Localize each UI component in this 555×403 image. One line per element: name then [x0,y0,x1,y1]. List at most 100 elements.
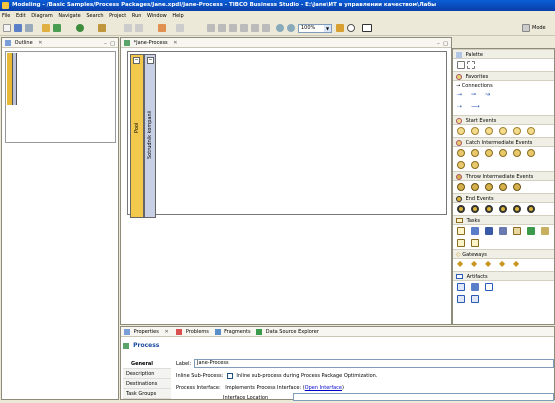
back-icon[interactable] [158,24,166,32]
label-input[interactable]: Jane-Process [194,359,554,368]
inline-subprocess-checkbox[interactable] [226,372,233,379]
side-tab-general[interactable]: General [123,359,171,369]
marquee-tool-icon[interactable] [467,61,475,69]
align-top-icon[interactable] [240,24,248,32]
start-timer-icon[interactable] [485,127,493,135]
throw-signal-icon[interactable] [513,183,521,191]
menu-run[interactable]: Run [132,13,142,19]
catch-compensation-icon[interactable] [527,149,535,157]
gateway-event-icon[interactable]: ◆ [485,259,491,268]
sequence-flow-icon[interactable]: → [457,91,462,98]
gateway-exclusive-icon[interactable]: ◆ [457,259,463,268]
task-none-icon[interactable] [457,227,465,235]
embedded-subprocess-icon[interactable] [471,239,479,247]
chevron-down-icon[interactable]: ▼ [324,25,331,32]
default-flow-icon[interactable]: ⟶ [471,103,480,110]
deploy-icon[interactable] [98,24,106,32]
zoom-out-icon[interactable] [287,24,295,32]
note-icon[interactable] [457,295,465,303]
catch-cancel-icon[interactable] [513,149,521,157]
undo-icon[interactable] [124,24,132,32]
end-cancel-icon[interactable] [499,205,507,213]
open-interface-link[interactable]: Open Interface [305,385,342,391]
association-icon[interactable]: ↝ [485,91,490,98]
message-flow-icon[interactable]: ⊸ [471,91,476,98]
align-center-icon[interactable] [218,24,226,32]
menu-navigate[interactable]: Navigate [58,13,80,19]
throw-events-section[interactable]: Throw Intermediate Events [453,171,554,181]
lane[interactable]: − Sotrudnik kompanii [144,54,156,218]
catch-rule-icon[interactable] [457,161,465,169]
align-left-icon[interactable] [207,24,215,32]
subprocess-icon[interactable] [457,239,465,247]
catch-link-icon[interactable] [471,161,479,169]
throw-link-icon[interactable] [485,183,493,191]
diagram-canvas[interactable]: − Pool − Sotrudnik kompanii [127,51,447,218]
end-error-icon[interactable] [485,205,493,213]
conditional-flow-icon[interactable]: ⇢ [457,103,462,110]
throw-none-icon[interactable] [457,183,465,191]
favorites-section[interactable]: Favorites [453,71,554,81]
tab-data-source-explorer[interactable]: Data Source Explorer [256,328,319,335]
connections-section[interactable]: → Connections [453,81,554,91]
redo-icon[interactable] [135,24,143,32]
menu-search[interactable]: Search [86,13,103,19]
end-none-icon[interactable] [457,205,465,213]
start-events-section[interactable]: Start Events [453,115,554,125]
end-message-icon[interactable] [471,205,479,213]
side-tab-description[interactable]: Description [123,369,171,379]
outline-preview[interactable] [5,51,116,143]
circle-tool-icon[interactable] [347,24,355,32]
menu-edit[interactable]: Edit [16,13,26,19]
gateway-inclusive-icon[interactable]: ◆ [499,259,505,268]
align-bottom-icon[interactable] [262,24,270,32]
tab-problems[interactable]: Problems [176,328,210,335]
catch-timer-icon[interactable] [485,149,493,157]
minimize-maximize-icons[interactable]: – □ [437,39,449,49]
start-message-icon[interactable] [471,127,479,135]
menu-file[interactable]: File [2,13,10,19]
menu-window[interactable]: Window [147,13,167,19]
side-tab-destinations[interactable]: Destinations [123,379,171,389]
tasks-section[interactable]: Tasks [453,215,554,225]
group-icon[interactable] [485,283,493,291]
zoom-in-icon[interactable] [276,24,284,32]
data-store-icon[interactable] [471,295,479,303]
start-multiple-icon[interactable] [527,127,535,135]
zoom-select[interactable]: 100% ▼ [298,24,332,33]
start-link-icon[interactable] [513,127,521,135]
align-right-icon[interactable] [229,24,237,32]
tab-properties[interactable]: Properties ✕ [124,328,170,335]
collapse-pool-button[interactable]: − [133,57,140,64]
tool-icon[interactable] [336,24,344,32]
perspective-icon[interactable] [522,24,530,32]
close-icon[interactable]: ✕ [173,40,177,46]
throw-message-icon[interactable] [471,183,479,191]
task-user-icon[interactable] [471,227,479,235]
catch-message-icon[interactable] [471,149,479,157]
run-icon[interactable] [53,24,61,32]
print-icon[interactable] [25,24,33,32]
tab-fragments[interactable]: Fragments [214,328,253,335]
minimize-maximize-icons[interactable]: – □ [104,39,116,49]
menu-diagram[interactable]: Diagram [31,13,52,19]
menu-project[interactable]: Project [109,13,126,19]
new-icon[interactable] [3,24,11,32]
end-events-section[interactable]: End Events [453,193,554,203]
align-middle-icon[interactable] [251,24,259,32]
outline-tab[interactable]: Outline ✕ – □ [2,38,118,48]
throw-compensation-icon[interactable] [499,183,507,191]
start-rule-icon[interactable] [499,127,507,135]
close-icon[interactable]: ✕ [38,40,42,46]
gateway-parallel-icon[interactable]: ◆ [513,259,519,268]
gateway-data-icon[interactable]: ◆ [471,259,477,268]
end-terminate-icon[interactable] [527,205,535,213]
project-icon[interactable] [42,24,50,32]
task-service-icon[interactable] [485,227,493,235]
start-none-icon[interactable] [457,127,465,135]
editor-tab[interactable]: *Jane-Process ✕ – □ [121,38,451,48]
data-object-icon[interactable] [457,283,465,291]
end-compensation-icon[interactable] [513,205,521,213]
gateways-section[interactable]: ◇ Gateways [453,249,554,259]
task-send-icon[interactable] [527,227,535,235]
